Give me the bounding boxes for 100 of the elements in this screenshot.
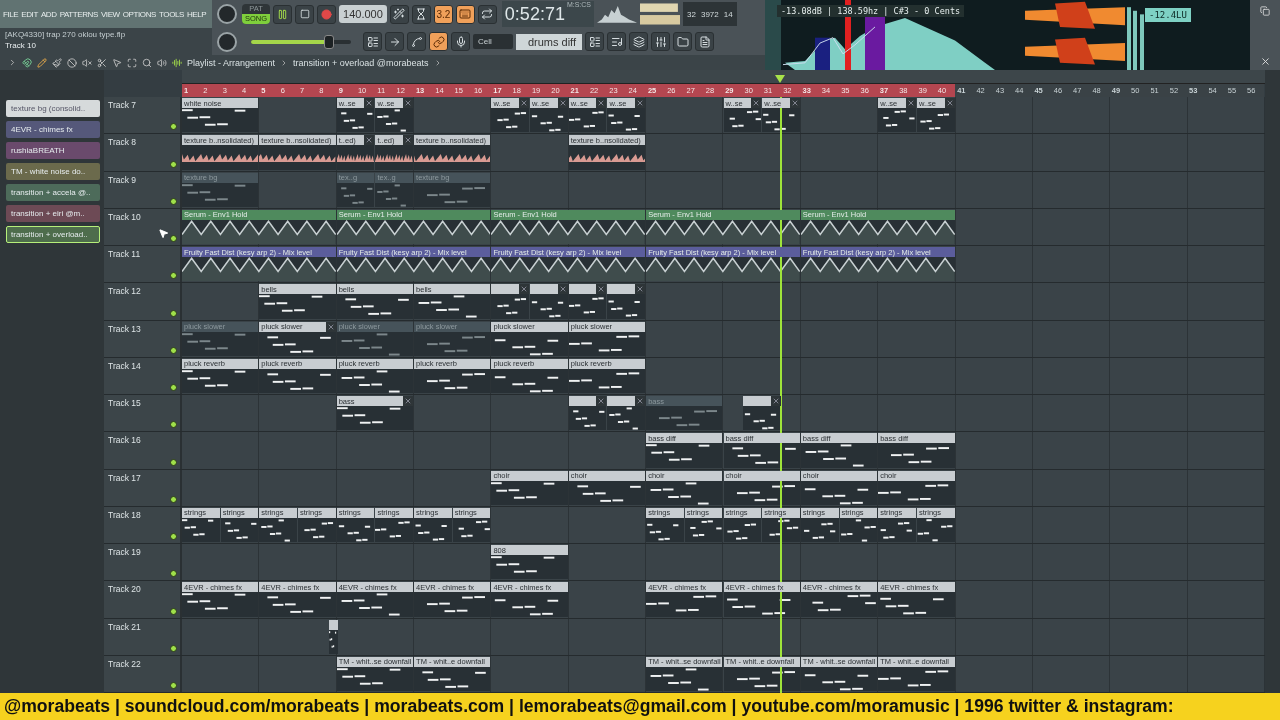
- metronome-button[interactable]: [389, 4, 409, 24]
- wait-button[interactable]: [411, 4, 431, 24]
- track-enable-dot[interactable]: [170, 160, 177, 168]
- playlist-clip[interactable]: [607, 396, 646, 431]
- pattern-item[interactable]: transition + eiri @m..: [6, 205, 100, 222]
- pause-button[interactable]: [273, 4, 293, 24]
- speaker-icon[interactable]: [157, 57, 167, 68]
- menu-item[interactable]: ADD: [40, 9, 57, 19]
- menu-item[interactable]: VIEW: [100, 9, 120, 19]
- x-icon[interactable]: [364, 135, 375, 146]
- brush-icon[interactable]: [52, 57, 62, 68]
- x-icon[interactable]: [325, 321, 336, 332]
- link-button[interactable]: [429, 32, 448, 51]
- x-icon[interactable]: [905, 98, 916, 108]
- menu-item[interactable]: TOOLS: [159, 9, 184, 19]
- stop-button[interactable]: [295, 4, 315, 24]
- x-icon[interactable]: [635, 98, 646, 108]
- pattern-selector[interactable]: drums diff: [516, 33, 582, 50]
- menu-item[interactable]: FILE: [3, 9, 19, 19]
- pencil-icon[interactable]: [37, 57, 47, 68]
- pattern-item[interactable]: rushiaBREATH: [6, 142, 100, 159]
- breadcrumb[interactable]: transition + overload @morabeats: [293, 57, 429, 68]
- track-enable-dot[interactable]: [170, 309, 177, 317]
- pattern-item[interactable]: TM - white noise do..: [6, 163, 100, 180]
- track-enable-dot[interactable]: [170, 421, 177, 429]
- menu-item[interactable]: HELP: [187, 9, 207, 19]
- track-header[interactable]: Track 12: [104, 283, 182, 320]
- document-button[interactable]: [695, 32, 714, 51]
- playlist-clip[interactable]: [742, 396, 781, 431]
- track-header[interactable]: Track 7: [104, 97, 182, 134]
- close-icon[interactable]: [1259, 56, 1271, 67]
- knob[interactable]: [217, 31, 237, 52]
- track-enable-dot[interactable]: [170, 570, 177, 578]
- knob[interactable]: [217, 4, 237, 24]
- track-header[interactable]: Track 21: [104, 618, 182, 655]
- playlist-clip[interactable]: [328, 619, 338, 654]
- countdown-button[interactable]: 3.2: [433, 4, 453, 24]
- scrollbar[interactable]: [1265, 70, 1280, 693]
- step-edit-button[interactable]: [363, 32, 382, 51]
- track-header[interactable]: Track 14: [104, 357, 182, 394]
- track-header[interactable]: Track 15: [104, 395, 182, 432]
- track-header[interactable]: Track 18: [104, 506, 182, 543]
- mute-icon[interactable]: [82, 57, 92, 68]
- mic-button[interactable]: [451, 32, 470, 51]
- x-icon[interactable]: [944, 98, 955, 108]
- x-icon[interactable]: [596, 284, 607, 295]
- record-button[interactable]: [317, 4, 337, 24]
- pattern-item[interactable]: 4EVR - chimes fx: [6, 121, 100, 138]
- track-enable-dot[interactable]: [170, 644, 177, 652]
- x-icon[interactable]: [403, 396, 414, 406]
- x-icon[interactable]: [789, 98, 800, 108]
- arrow-button[interactable]: [385, 32, 404, 51]
- x-icon[interactable]: [403, 98, 414, 108]
- track-enable-dot[interactable]: [170, 533, 177, 540]
- search-icon[interactable]: [142, 57, 152, 68]
- browser-button[interactable]: [673, 32, 692, 51]
- pattern-item[interactable]: texture bg (consolid..: [6, 100, 100, 117]
- scissors-icon[interactable]: [97, 57, 107, 68]
- playlist-clip[interactable]: [568, 284, 607, 319]
- x-icon[interactable]: [557, 284, 568, 295]
- track-header[interactable]: Track 22: [104, 655, 182, 692]
- pointer-icon[interactable]: [112, 57, 122, 68]
- playlist-clip[interactable]: [530, 284, 568, 319]
- restore-icon[interactable]: [1260, 6, 1270, 16]
- track-enable-dot[interactable]: [170, 272, 177, 280]
- track-enable-dot[interactable]: [170, 607, 177, 615]
- playlist-button[interactable]: [585, 32, 604, 51]
- snap-dropdown[interactable]: Cell: [473, 34, 513, 49]
- track-header[interactable]: Track 17: [104, 469, 182, 506]
- blend-button[interactable]: [407, 32, 426, 51]
- track-enable-dot[interactable]: [170, 197, 177, 205]
- piano-roll-button[interactable]: [607, 32, 626, 51]
- x-icon[interactable]: [770, 396, 781, 406]
- pattern-item[interactable]: transition + overload..: [6, 226, 100, 243]
- track-enable-dot[interactable]: [170, 495, 177, 503]
- playlist-clip[interactable]: [491, 284, 530, 319]
- track-enable-dot[interactable]: [170, 384, 177, 391]
- track-enable-dot[interactable]: [170, 123, 177, 131]
- track-header[interactable]: Track 8: [104, 134, 182, 171]
- track-header[interactable]: Track 9: [104, 171, 182, 208]
- track-enable-dot[interactable]: [170, 235, 177, 242]
- track-enable-dot[interactable]: [170, 346, 177, 354]
- channel-rack-button[interactable]: [629, 32, 648, 51]
- track-header[interactable]: Track 10: [104, 208, 182, 245]
- select-icon[interactable]: [127, 57, 137, 68]
- track-header[interactable]: Track 11: [104, 246, 182, 283]
- x-icon[interactable]: [635, 284, 646, 295]
- track-enable-dot[interactable]: [170, 458, 177, 466]
- x-icon[interactable]: [403, 135, 414, 146]
- track-header[interactable]: Track 20: [104, 581, 182, 618]
- ban-icon[interactable]: [67, 57, 77, 68]
- tempo-field[interactable]: 140.000: [339, 5, 387, 23]
- menu-item[interactable]: OPTIONS: [122, 9, 156, 19]
- track-enable-dot[interactable]: [170, 682, 177, 689]
- menu-item[interactable]: PATTERNS: [59, 9, 98, 19]
- menu-item[interactable]: EDIT: [21, 9, 38, 19]
- track-header[interactable]: Track 16: [104, 432, 182, 469]
- x-icon[interactable]: [519, 284, 530, 295]
- track-header[interactable]: Track 19: [104, 544, 182, 581]
- track-header[interactable]: Track 13: [104, 320, 182, 357]
